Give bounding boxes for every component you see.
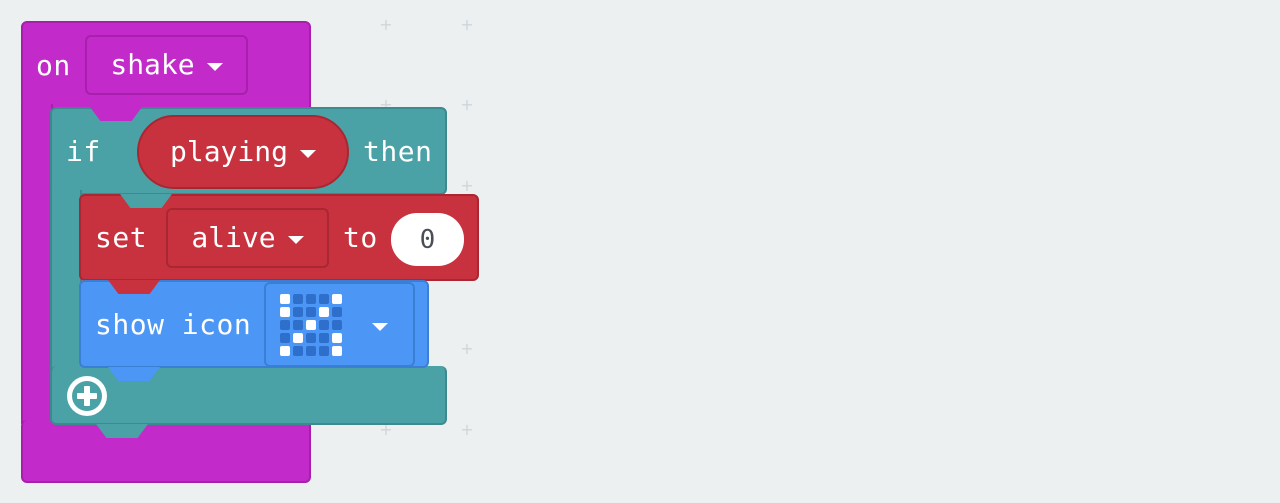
led-icon-preview (280, 293, 342, 356)
led-cell (280, 293, 290, 304)
condition-var-name: playing (169, 135, 288, 168)
led-cell (319, 332, 329, 343)
value-input[interactable]: 0 (391, 213, 464, 266)
to-label: to (343, 221, 378, 254)
event-dropdown-value: shake (110, 48, 195, 81)
led-cell (332, 345, 342, 356)
grid-mark: + (460, 339, 474, 358)
add-else-button[interactable] (67, 376, 107, 416)
led-cell (306, 306, 316, 317)
led-cell (332, 293, 342, 304)
led-cell (319, 345, 329, 356)
led-cell (306, 293, 316, 304)
chevron-down-icon (206, 63, 223, 71)
led-cell (306, 332, 316, 343)
event-dropdown[interactable]: shake (85, 35, 248, 95)
led-cell (280, 306, 290, 317)
set-label: set (95, 221, 148, 254)
variable-dropdown[interactable]: alive (166, 208, 329, 268)
icon-dropdown[interactable] (264, 282, 415, 367)
led-cell (293, 319, 303, 330)
if-block-footer[interactable] (50, 366, 447, 425)
led-cell (306, 319, 316, 330)
led-cell (280, 332, 290, 343)
led-cell (319, 306, 329, 317)
led-cell (332, 306, 342, 317)
if-label: if (66, 135, 101, 168)
led-cell (293, 293, 303, 304)
grid-mark: + (460, 95, 474, 114)
led-cell (293, 332, 303, 343)
then-label: then (363, 135, 433, 168)
led-cell (280, 345, 290, 356)
show-icon-label: show icon (95, 308, 252, 341)
on-label: on (36, 49, 71, 82)
led-cell (306, 345, 316, 356)
condition-variable-pill[interactable]: playing (137, 115, 349, 189)
grid-mark: + (379, 15, 393, 34)
condition-dropdown[interactable]: playing (170, 136, 316, 168)
grid-mark: + (460, 176, 474, 195)
led-cell (293, 306, 303, 317)
variable-name: alive (191, 221, 276, 254)
led-cell (332, 319, 342, 330)
on-shake-event-footer[interactable] (21, 420, 311, 483)
chevron-down-icon (300, 150, 316, 158)
grid-mark: + (460, 15, 474, 34)
chevron-down-icon (372, 322, 388, 331)
if-block-body[interactable] (50, 190, 82, 370)
chevron-down-icon (287, 236, 304, 244)
on-shake-event-body[interactable] (21, 104, 53, 424)
grid-mark: + (460, 420, 474, 439)
led-cell (293, 345, 303, 356)
led-cell (280, 319, 290, 330)
led-cell (332, 332, 342, 343)
value-text: 0 (419, 224, 436, 255)
plus-circle-icon (68, 377, 106, 415)
led-cell (319, 319, 329, 330)
led-cell (319, 293, 329, 304)
